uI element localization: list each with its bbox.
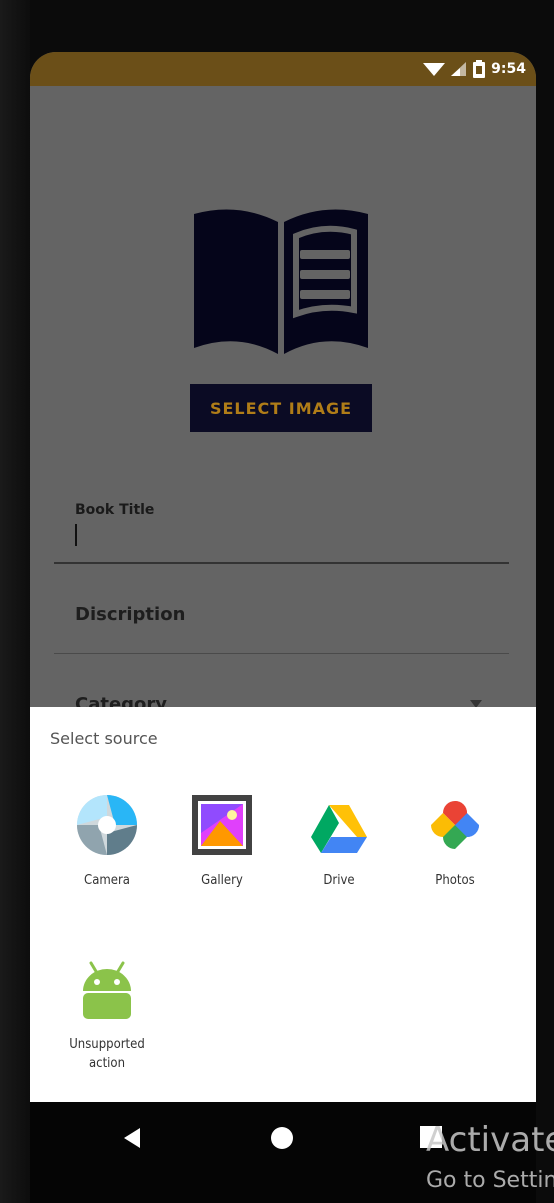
open-book-icon [194,209,368,354]
sheet-title: Select source [50,729,158,748]
recents-icon[interactable] [420,1126,442,1148]
phone-screen: 9:54 SELECT IMAGE Book Title Discription… [30,52,536,1203]
device-frame [0,0,30,1203]
app-label: Photos [435,873,475,888]
signal-icon [451,62,467,76]
book-title-label: Book Title [75,502,155,518]
app-label: Camera [84,873,130,888]
android-icon [83,961,131,1019]
navigation-bar [30,1102,536,1203]
wifi-icon [423,63,446,76]
select-image-button[interactable]: SELECT IMAGE [190,384,372,432]
drive-icon [311,805,367,853]
app-gallery[interactable]: Gallery [167,793,277,890]
home-icon[interactable] [270,1126,294,1150]
photos-icon [431,801,479,849]
app-photos[interactable]: Photos [400,793,510,890]
add-book-form: SELECT IMAGE Book Title Discription Cate… [30,86,536,715]
gallery-icon [192,795,252,855]
back-icon[interactable] [120,1126,144,1150]
select-source-sheet: Select source Camera Gallery Drive Photo… [30,707,536,1102]
description-underline [54,653,509,654]
app-label: Unsupported action [69,1037,145,1071]
camera-icon [77,795,137,855]
app-camera[interactable]: Camera [52,793,162,890]
battery-icon [473,60,486,78]
status-bar: 9:54 [30,52,536,86]
app-label: Drive [323,873,355,888]
app-unsupported-action[interactable]: Unsupported action [52,957,162,1073]
app-drive[interactable]: Drive [284,793,394,890]
text-cursor [75,524,77,546]
app-label: Gallery [201,873,243,888]
description-field[interactable]: Discription [75,604,185,625]
status-time: 9:54 [491,61,526,77]
book-title-underline[interactable] [54,562,509,564]
